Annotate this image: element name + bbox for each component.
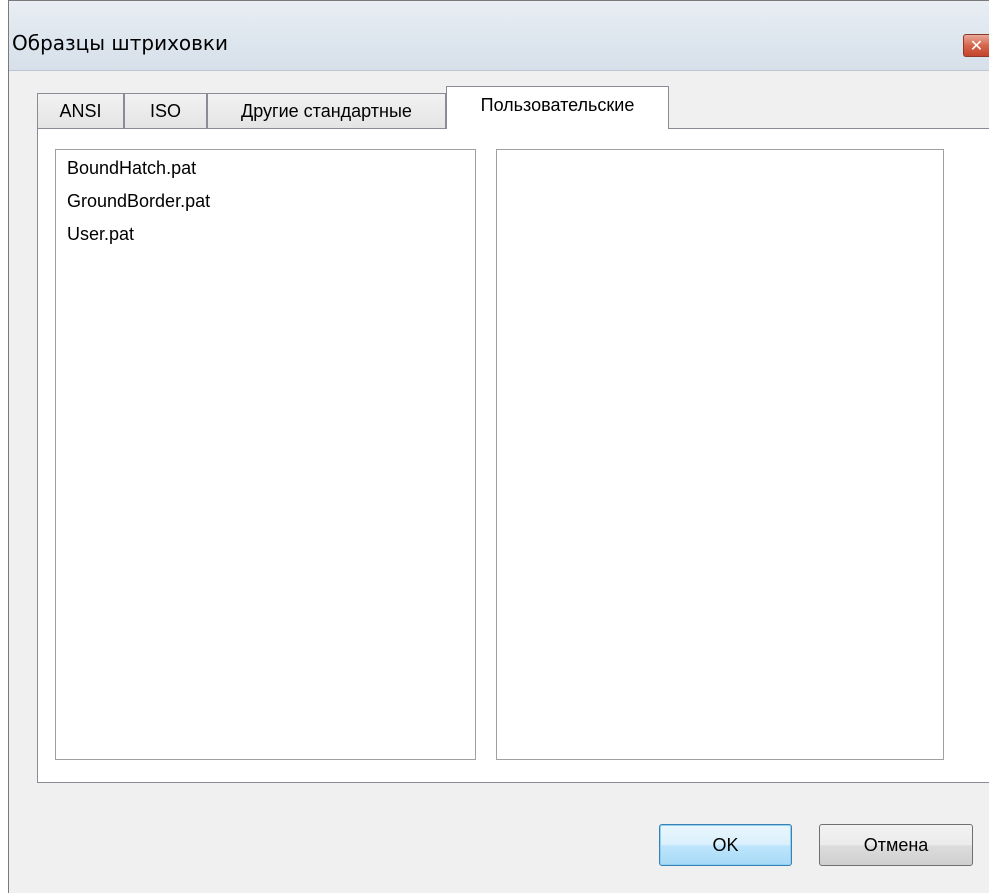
hatch-patterns-dialog: Образцы штриховки ✕ ANSI ISO Другие стан… xyxy=(8,0,989,893)
close-button[interactable]: ✕ xyxy=(963,34,989,57)
tab-ansi-label: ANSI xyxy=(59,100,102,121)
tab-iso-label: ISO xyxy=(149,100,181,121)
pattern-preview-box[interactable] xyxy=(496,149,944,760)
tab-custom-label: Пользовательские xyxy=(480,95,635,115)
list-item[interactable]: GroundBorder.pat xyxy=(67,191,210,212)
tab-other-standard[interactable]: Другие стандартные xyxy=(207,93,446,128)
list-item[interactable]: User.pat xyxy=(67,224,134,245)
cancel-button-label: Отмена xyxy=(863,834,929,855)
tab-panel-custom: BoundHatch.pat GroundBorder.pat User.pat xyxy=(37,128,989,783)
close-icon: ✕ xyxy=(969,36,984,55)
pattern-file-list[interactable]: BoundHatch.pat GroundBorder.pat User.pat xyxy=(55,149,476,760)
tab-iso[interactable]: ISO xyxy=(124,93,207,128)
title-bar: Образцы штриховки ✕ xyxy=(9,1,989,71)
tab-custom[interactable]: Пользовательские xyxy=(446,86,669,129)
list-item[interactable]: BoundHatch.pat xyxy=(67,158,196,179)
ok-button[interactable]: OK xyxy=(659,824,792,866)
ok-button-label: OK xyxy=(712,834,739,855)
tab-other-standard-label: Другие стандартные xyxy=(241,100,412,121)
window-title: Образцы штриховки xyxy=(12,31,229,55)
tab-ansi[interactable]: ANSI xyxy=(37,93,124,128)
cancel-button[interactable]: Отмена xyxy=(819,824,973,866)
